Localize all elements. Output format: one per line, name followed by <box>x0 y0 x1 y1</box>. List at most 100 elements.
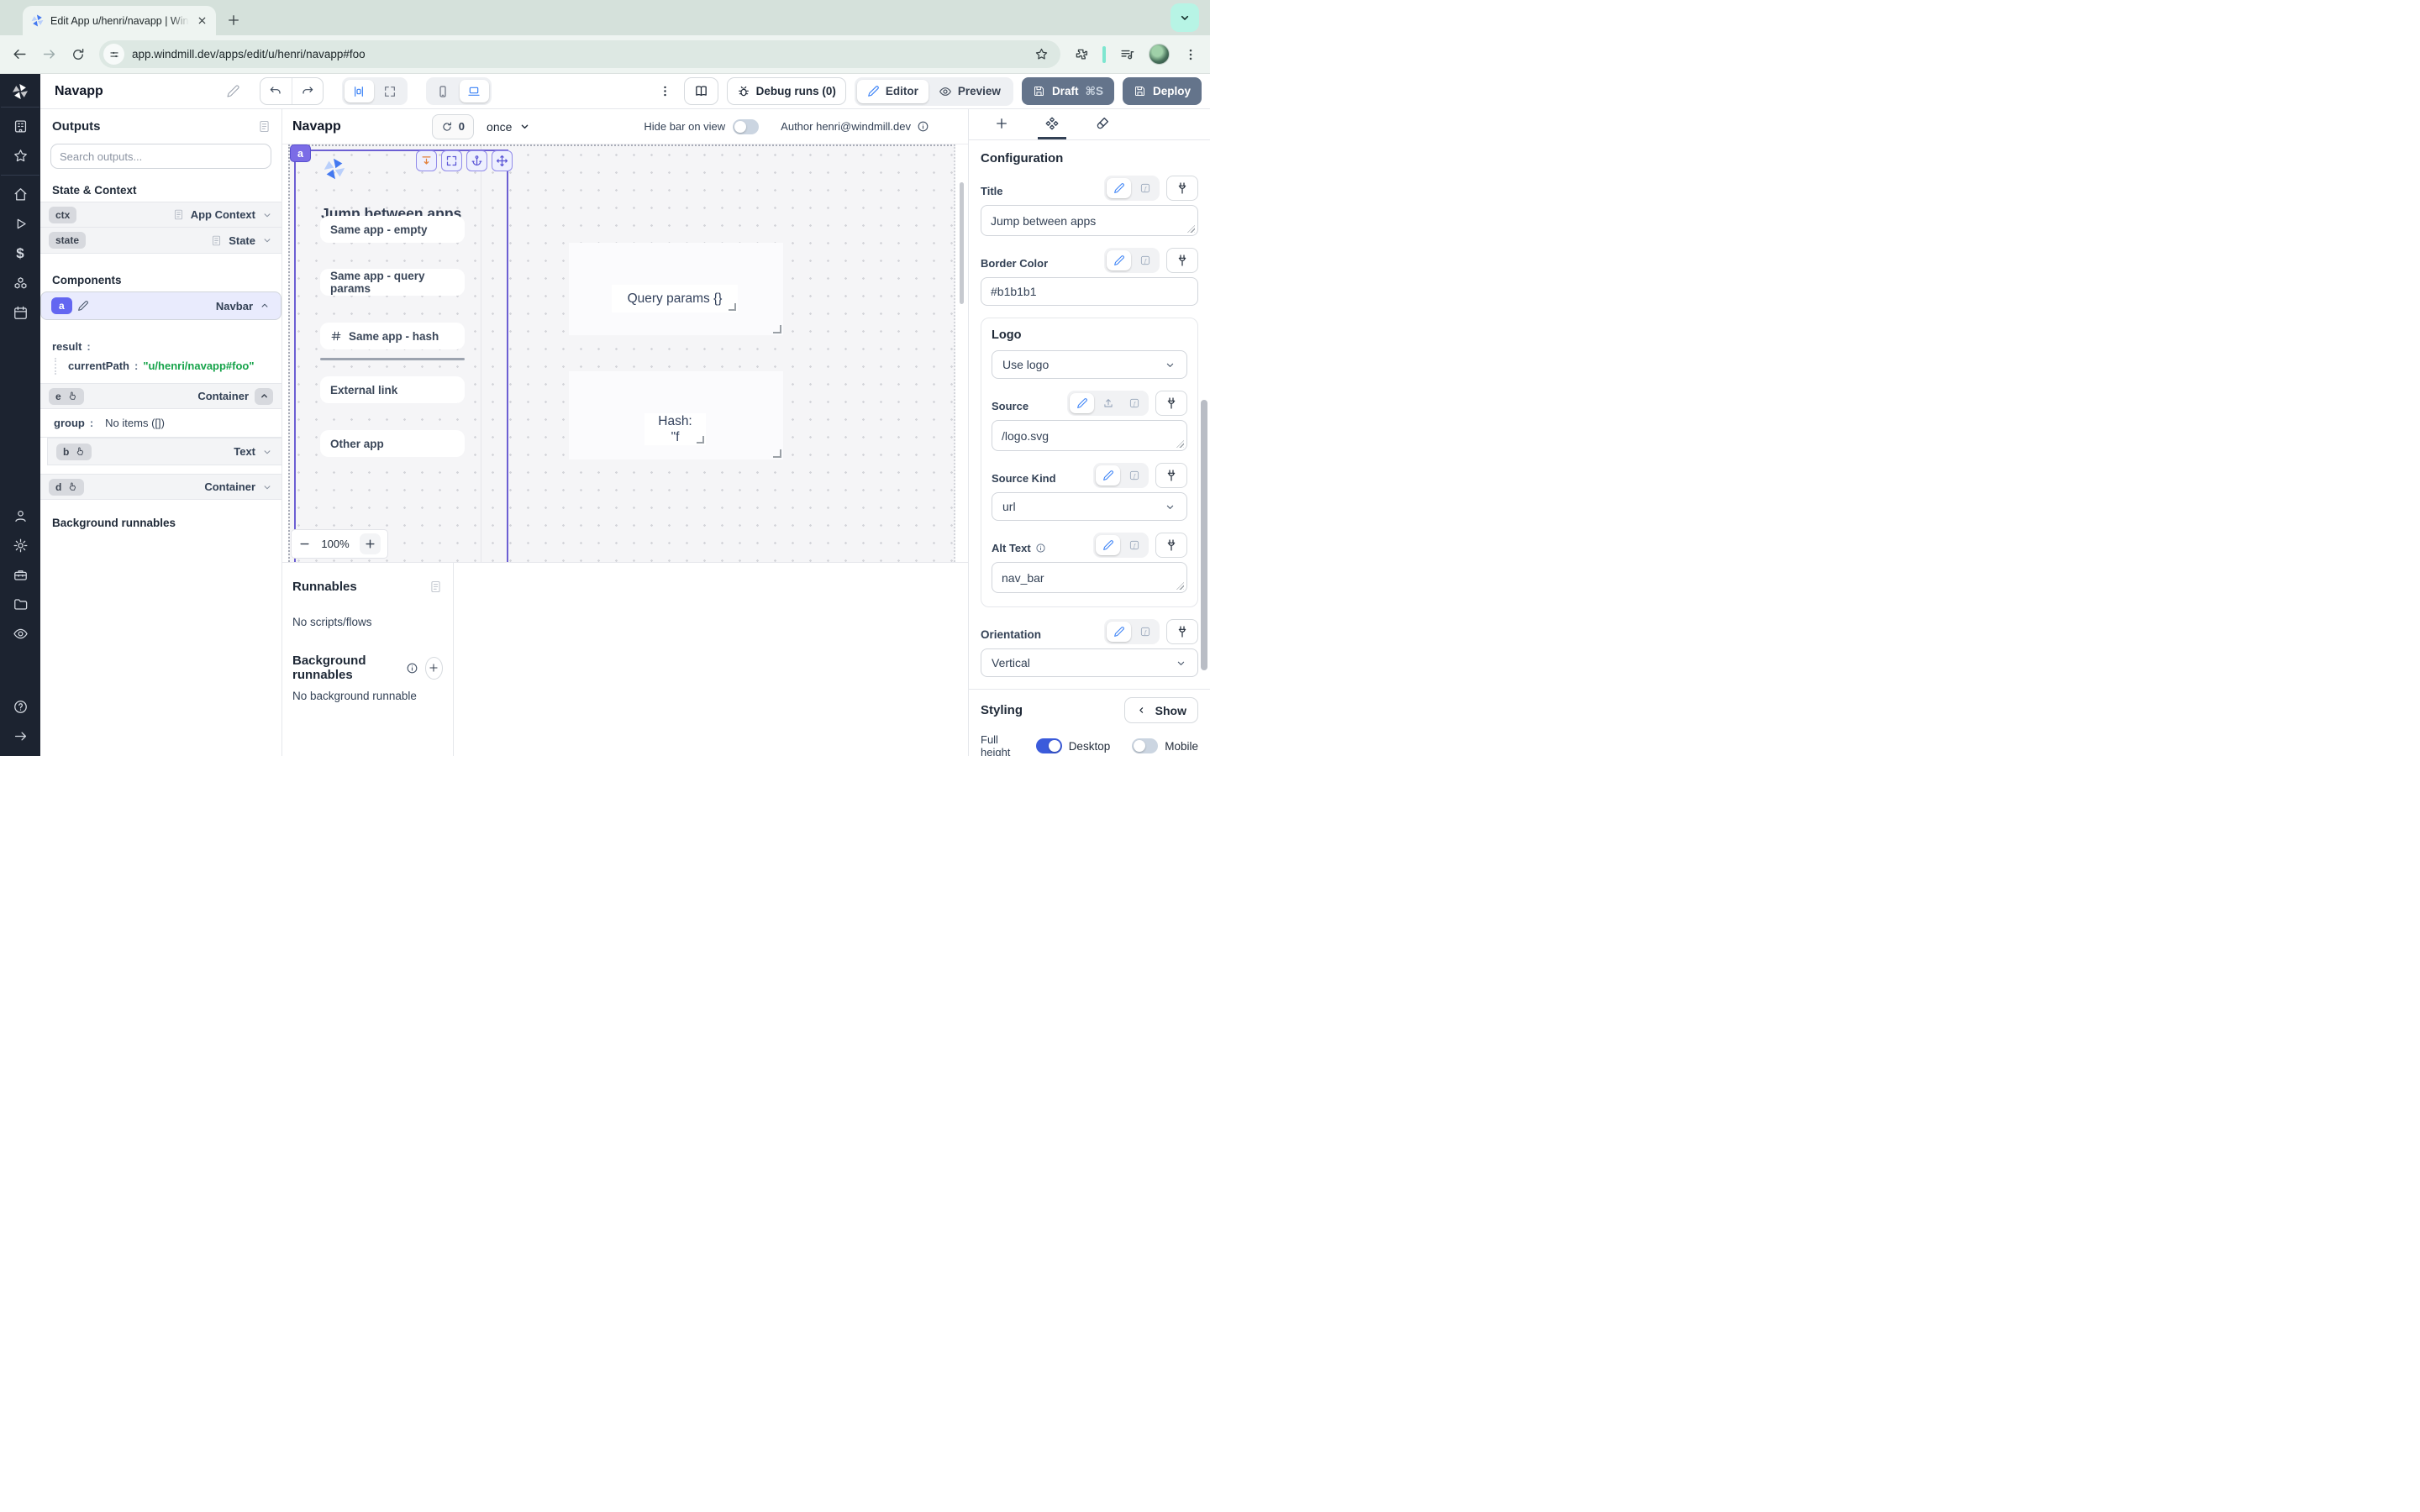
group-key[interactable]: group <box>54 417 85 429</box>
result-key[interactable]: result <box>52 340 82 353</box>
sidebar-item-workers[interactable] <box>13 567 29 583</box>
static-mode-pencil-icon[interactable] <box>1070 393 1094 413</box>
connect-plug-icon[interactable] <box>1166 176 1198 201</box>
runnables-doc-icon[interactable] <box>429 580 443 594</box>
search-outputs-input[interactable] <box>60 150 262 163</box>
sidebar-item-help[interactable] <box>13 699 29 715</box>
source-kind-select[interactable]: url <box>992 492 1187 521</box>
chevron-down-icon[interactable] <box>261 446 273 458</box>
redo-button[interactable] <box>292 78 323 104</box>
container-e-row[interactable]: e Container <box>40 383 281 409</box>
browser-menu-icon[interactable] <box>1183 47 1198 62</box>
reload-icon[interactable] <box>71 47 86 62</box>
orientation-select[interactable]: Vertical <box>981 648 1198 677</box>
border-color-input[interactable]: #b1b1b1 <box>981 277 1198 306</box>
text-b-row[interactable]: b Text <box>48 438 281 465</box>
currentpath-key[interactable]: currentPath <box>68 360 129 372</box>
navlink-same-app-hash[interactable]: Same app - hash <box>320 323 465 349</box>
forward-icon[interactable] <box>41 46 57 62</box>
windmill-logo-icon[interactable] <box>11 82 29 101</box>
full-height-desktop-toggle[interactable] <box>1036 738 1062 753</box>
sidebar-item-favorites[interactable] <box>13 148 29 164</box>
fill-height-icon[interactable] <box>416 150 437 171</box>
tab-close-icon[interactable] <box>195 14 208 28</box>
component-a-canvas-badge[interactable]: a <box>290 144 311 162</box>
tab-global-styling[interactable] <box>1088 109 1117 139</box>
edit-title-pencil-icon[interactable] <box>226 84 240 98</box>
static-mode-pencil-icon[interactable] <box>1107 178 1131 198</box>
upload-mode-icon[interactable] <box>1096 393 1120 413</box>
docs-button[interactable] <box>684 77 718 105</box>
mobile-view-button[interactable] <box>429 80 458 102</box>
static-mode-pencil-icon[interactable] <box>1107 622 1131 642</box>
navlink-external-link[interactable]: External link <box>320 376 465 403</box>
expr-mode-fn-icon[interactable] <box>1133 622 1157 642</box>
bookmark-star-icon[interactable] <box>1034 47 1049 61</box>
connect-plug-icon[interactable] <box>1155 463 1187 488</box>
expr-mode-fn-icon[interactable] <box>1122 393 1146 413</box>
chevron-down-icon[interactable] <box>261 209 273 221</box>
connect-plug-icon[interactable] <box>1155 391 1187 416</box>
desktop-view-button[interactable] <box>460 80 489 102</box>
new-tab-button[interactable] <box>226 13 241 28</box>
state-row[interactable]: state State <box>40 228 281 254</box>
navlink-same-app-empty[interactable]: Same app - empty <box>320 216 465 243</box>
connect-plug-icon[interactable] <box>1166 248 1198 273</box>
zoom-out-icon[interactable] <box>298 538 311 550</box>
hash-text[interactable]: Hash:"f <box>644 413 706 445</box>
full-height-mobile-toggle[interactable] <box>1132 738 1158 753</box>
expand-icon[interactable] <box>441 150 462 171</box>
sidebar-item-apps[interactable] <box>13 118 29 134</box>
hash-container[interactable]: Hash:"f <box>569 371 783 459</box>
sidebar-item-users[interactable] <box>13 508 29 524</box>
tab-component-settings[interactable] <box>1038 109 1066 139</box>
app-grid[interactable]: a Jump between apps Same app - empty Sam… <box>288 144 955 562</box>
settings-scrollbar[interactable] <box>1201 400 1207 670</box>
address-bar[interactable]: app.windmill.dev/apps/edit/u/henri/navap… <box>99 40 1060 68</box>
deploy-button[interactable]: Deploy <box>1123 77 1202 105</box>
source-input[interactable]: /logo.svg <box>992 420 1187 451</box>
sidebar-item-runs[interactable] <box>13 216 29 232</box>
ctx-row[interactable]: ctx App Context <box>40 202 281 228</box>
chevron-up-icon[interactable] <box>259 300 271 312</box>
outputs-doc-icon[interactable] <box>257 119 271 134</box>
centered-layout-button[interactable] <box>345 80 374 102</box>
rename-pencil-icon[interactable] <box>77 300 89 312</box>
sidebar-item-settings[interactable] <box>13 538 29 554</box>
sidebar-item-variables[interactable]: $ <box>16 245 24 262</box>
full-width-layout-button[interactable] <box>376 80 405 102</box>
debug-runs-button[interactable]: Debug runs (0) <box>727 77 846 105</box>
connect-plug-icon[interactable] <box>1155 533 1187 558</box>
undo-button[interactable] <box>260 78 292 104</box>
chevron-down-icon[interactable] <box>261 234 273 246</box>
alt-text-input[interactable]: nav_bar <box>992 562 1187 593</box>
static-mode-pencil-icon[interactable] <box>1107 250 1131 270</box>
styling-show-button[interactable]: Show <box>1124 697 1198 723</box>
sidebar-item-audit-logs[interactable] <box>13 626 29 642</box>
refresh-mode-dropdown[interactable]: once <box>487 120 531 134</box>
editor-tab[interactable]: Editor <box>857 80 929 103</box>
chevron-down-icon[interactable] <box>261 481 273 493</box>
sidebar-item-resources[interactable] <box>13 276 29 291</box>
info-icon[interactable] <box>917 120 929 133</box>
info-icon[interactable] <box>406 662 418 675</box>
site-settings-icon[interactable] <box>103 44 124 65</box>
logo-select[interactable]: Use logo <box>992 350 1187 379</box>
query-params-text[interactable]: Query params {} <box>612 285 738 312</box>
refresh-count-button[interactable]: 0 <box>432 114 474 139</box>
navlink-other-app[interactable]: Other app <box>320 430 465 457</box>
tab-search-button[interactable] <box>1171 3 1199 32</box>
sidebar-collapse-toggle[interactable] <box>13 728 29 744</box>
expr-mode-fn-icon[interactable] <box>1133 178 1157 198</box>
sidebar-item-home[interactable] <box>13 186 29 202</box>
browser-tab[interactable]: Edit App u/henri/navapp | Win <box>23 6 216 35</box>
hide-bar-toggle[interactable] <box>733 119 759 134</box>
navlink-same-app-query-params[interactable]: Same app - query params <box>320 269 465 296</box>
info-icon[interactable] <box>1035 543 1046 554</box>
expr-mode-fn-icon[interactable] <box>1122 465 1146 486</box>
extensions-puzzle-icon[interactable] <box>1074 47 1089 62</box>
connect-plug-icon[interactable] <box>1166 619 1198 644</box>
expr-mode-fn-icon[interactable] <box>1133 250 1157 270</box>
container-d-row[interactable]: d Container <box>40 474 281 500</box>
draft-button[interactable]: Draft⌘S <box>1022 77 1114 105</box>
